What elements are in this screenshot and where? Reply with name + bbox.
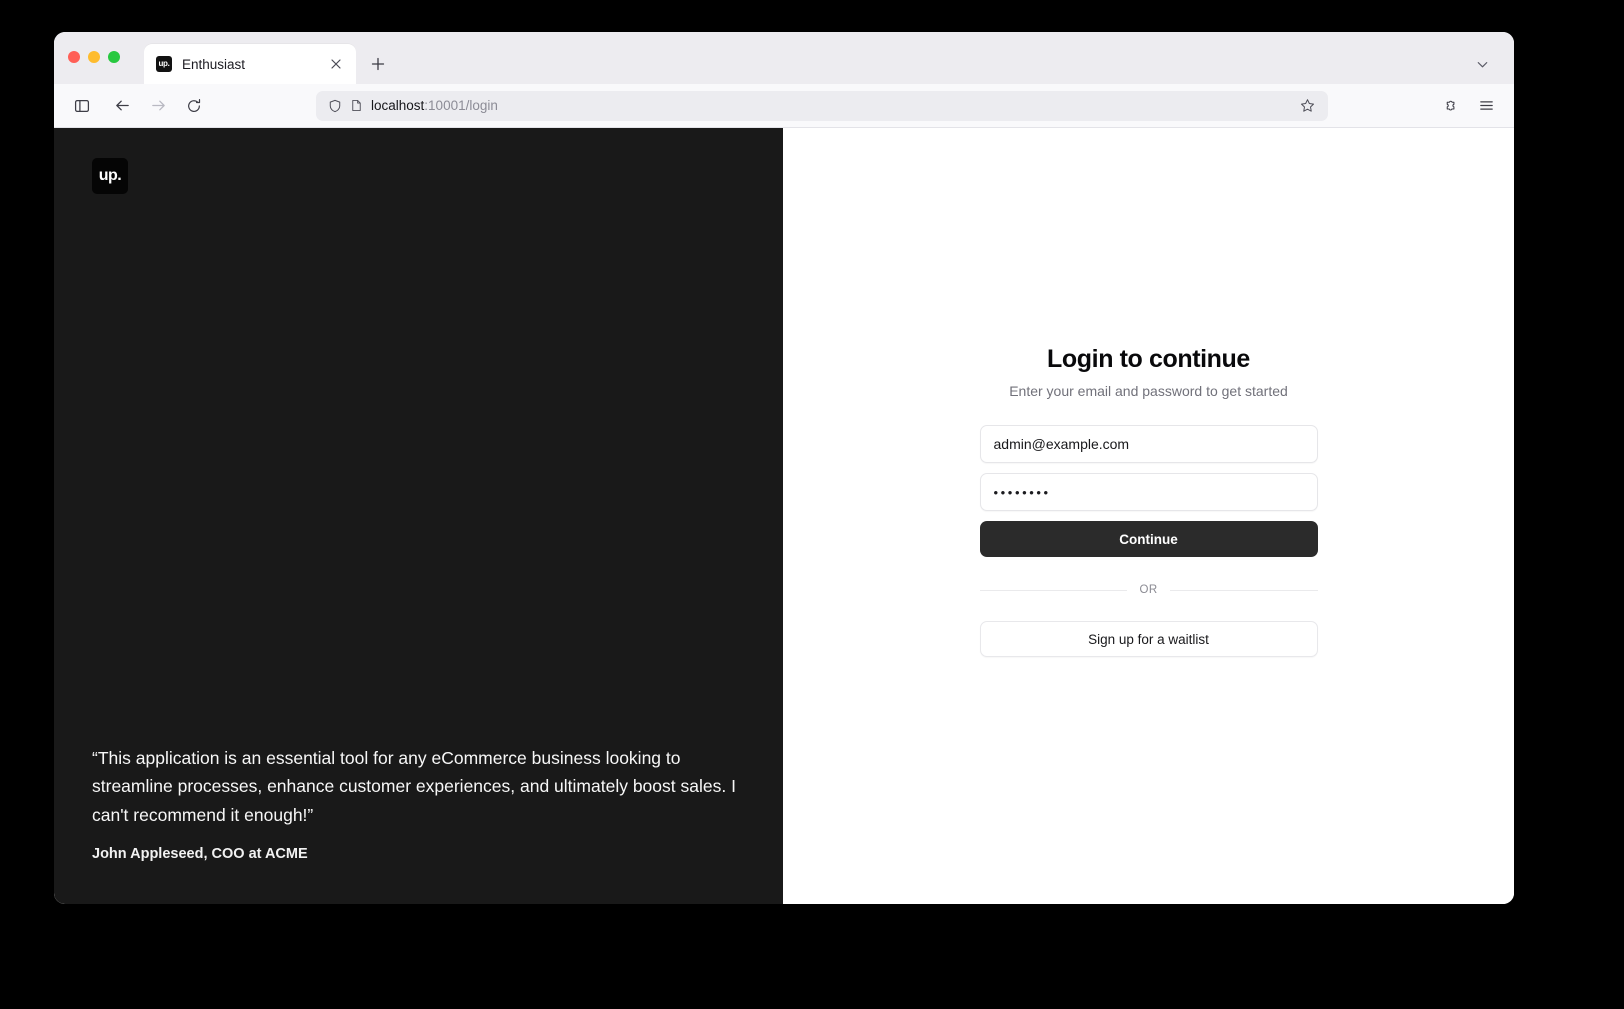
divider-line-left: [979, 589, 1128, 591]
tab-title: Enthusiast: [182, 56, 246, 72]
divider-label: OR: [1139, 584, 1158, 596]
page-content: up. “This application is an essential to…: [54, 128, 1514, 904]
shield-icon[interactable]: [328, 99, 342, 113]
reload-icon[interactable]: [178, 91, 210, 121]
tab-strip-right-controls: [1468, 44, 1504, 84]
url-text: localhost:10001/login: [371, 98, 1286, 113]
testimonial-quote: “This application is an essential tool f…: [92, 747, 736, 825]
maximize-window-button[interactable]: [108, 50, 120, 63]
continue-button[interactable]: Continue: [979, 521, 1318, 557]
address-bar[interactable]: localhost:10001/login: [316, 90, 1328, 121]
sidebar-toggle-icon[interactable]: [66, 91, 98, 121]
url-host: localhost: [371, 98, 425, 113]
testimonial-attribution: John Appleseed, COO at ACME: [92, 846, 308, 862]
toolbar-right-controls: [1434, 91, 1502, 121]
page-document-icon[interactable]: [350, 99, 363, 112]
login-card: Login to continue Enter your email and p…: [979, 345, 1318, 657]
waitlist-signup-button[interactable]: Sign up for a waitlist: [979, 621, 1318, 657]
or-divider: OR: [979, 584, 1318, 596]
star-icon[interactable]: [1294, 93, 1320, 119]
url-bar-container: localhost:10001/login: [214, 90, 1430, 121]
url-path: :10001/login: [424, 98, 498, 113]
back-arrow-icon[interactable]: [106, 91, 138, 121]
brand-logo-icon: up.: [92, 158, 128, 194]
minimize-window-button[interactable]: [88, 50, 100, 63]
page-subtitle: Enter your email and password to get sta…: [1009, 383, 1288, 399]
brand-favicon-icon: up.: [156, 56, 172, 72]
promo-panel: up. “This application is an essential to…: [54, 128, 783, 904]
login-panel: Login to continue Enter your email and p…: [783, 128, 1514, 904]
hamburger-menu-icon[interactable]: [1470, 91, 1502, 121]
navigation-toolbar: localhost:10001/login: [54, 84, 1514, 128]
testimonial-block: “This application is an essential tool f…: [92, 744, 745, 862]
close-window-button[interactable]: [68, 50, 80, 63]
divider-line-right: [1169, 589, 1318, 591]
forward-arrow-icon: [142, 91, 174, 121]
new-tab-button[interactable]: [362, 44, 394, 84]
close-tab-icon[interactable]: [326, 54, 346, 74]
browser-tab[interactable]: up. Enthusiast: [144, 44, 356, 84]
puzzle-piece-icon[interactable]: [1434, 91, 1466, 121]
browser-window: up. Enthusiast localhost:10001/login up.…: [54, 32, 1514, 904]
password-field[interactable]: ••••••••: [979, 473, 1318, 511]
page-title: Login to continue: [1047, 345, 1250, 373]
chevron-down-icon[interactable]: [1468, 50, 1496, 78]
email-field[interactable]: admin@example.com: [979, 425, 1318, 463]
tab-strip: up. Enthusiast: [54, 32, 1514, 84]
window-traffic-lights: [68, 32, 120, 84]
